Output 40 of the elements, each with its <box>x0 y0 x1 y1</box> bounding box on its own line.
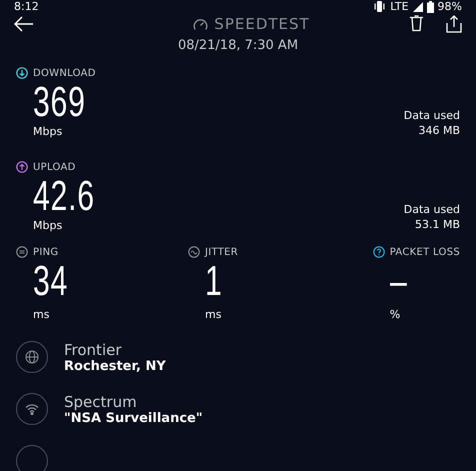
data-used-label: Data used <box>404 108 460 123</box>
provider-detail: Rochester, NY <box>64 358 166 374</box>
test-date: 08/21/18, 7:30 AM <box>176 37 300 55</box>
wifi-icon <box>25 403 39 415</box>
trash-button[interactable] <box>409 15 424 33</box>
stat-label: PACKET LOSS <box>390 246 460 258</box>
provider-detail: "NSA Surveillance" <box>64 410 203 426</box>
vibrate-icon <box>373 1 386 12</box>
wave-icon <box>188 246 200 258</box>
signal-icon <box>412 2 423 12</box>
speed-label: UPLOAD <box>33 162 76 172</box>
data-used-value: 346 MB <box>418 123 460 138</box>
stat-value: 1 <box>205 258 224 304</box>
clock: 8:12 <box>14 0 39 13</box>
ping-icon <box>16 246 28 258</box>
data-used-value: 53.1 MB <box>414 217 460 232</box>
stat-value: 34 <box>33 258 68 304</box>
battery-icon <box>426 0 434 12</box>
provider-name: Spectrum <box>64 392 138 410</box>
stat-unit: ms <box>205 308 222 321</box>
speed-value: 42.6 <box>33 173 95 219</box>
speed-unit: Mbps <box>33 219 64 232</box>
speed-unit: Mbps <box>33 125 64 138</box>
stat-label: PING <box>33 246 58 258</box>
share-button[interactable] <box>446 15 462 33</box>
help-icon[interactable] <box>372 246 385 258</box>
network-type: LTE <box>390 0 409 13</box>
battery-percent: 98% <box>438 0 462 13</box>
stat-value: – <box>390 258 408 304</box>
speed-value: 369 <box>33 79 86 125</box>
back-button[interactable] <box>14 16 34 32</box>
globe-icon <box>25 350 39 364</box>
stat-unit: ms <box>33 308 50 321</box>
gauge-icon <box>193 18 208 30</box>
provider-name: Frontier <box>64 340 123 358</box>
stat-label: JITTER <box>205 246 238 258</box>
stat-unit: % <box>390 308 402 321</box>
app-title: SPEEDTEST <box>214 15 310 33</box>
speed-label: DOWNLOAD <box>33 68 96 78</box>
data-used-label: Data used <box>404 202 460 217</box>
